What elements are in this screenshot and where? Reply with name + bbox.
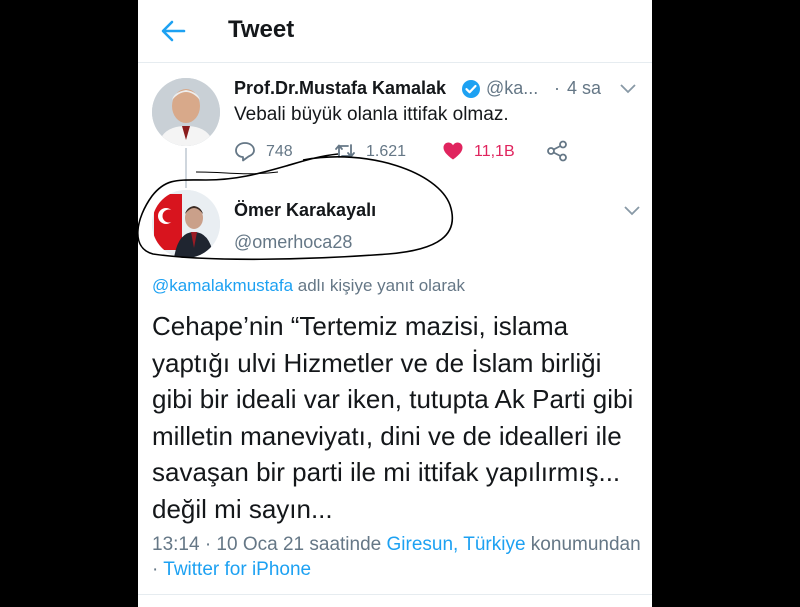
- parent-author-name[interactable]: Prof.Dr.Mustafa Kamalak: [234, 78, 446, 99]
- reply-to-link[interactable]: @kamalakmustafa: [152, 276, 293, 295]
- tweet-text: Cehape’nin “Tertemiz mazisi, islama yapt…: [152, 311, 634, 524]
- tweet-timestamp: 13:14 · 10 Oca 21 saatinde: [152, 534, 387, 555]
- hand-drawn-circle: [138, 153, 454, 261]
- separator-dot: ·: [554, 78, 560, 98]
- parent-tweet-text: Vebali büyük olanla ittifak olmaz.: [234, 104, 509, 125]
- chevron-down-icon[interactable]: [620, 84, 636, 94]
- divider: [138, 594, 652, 595]
- location-link[interactable]: Giresun, Türkiye: [387, 534, 526, 555]
- avatar[interactable]: [152, 78, 220, 146]
- arrow-left-icon[interactable]: [158, 16, 188, 46]
- source-link[interactable]: Twitter for iPhone: [163, 559, 311, 580]
- tweet-detail-screen: Tweet Prof.Dr.Mustafa Kamalak @ka... · 4…: [138, 0, 652, 607]
- parent-author-handle[interactable]: @ka...: [486, 78, 538, 99]
- parent-tweet-time: 4 sa: [567, 78, 602, 98]
- top-bar: Tweet: [138, 0, 652, 63]
- tweet-meta: 13:14 · 10 Oca 21 saatinde Giresun, Türk…: [152, 532, 642, 582]
- verified-badge-icon: [462, 80, 480, 98]
- reply-to-suffix: adlı kişiye yanıt olarak: [293, 276, 465, 295]
- reply-context: @kamalakmustafa adlı kişiye yanıt olarak: [152, 276, 465, 296]
- page-title: Tweet: [228, 16, 295, 43]
